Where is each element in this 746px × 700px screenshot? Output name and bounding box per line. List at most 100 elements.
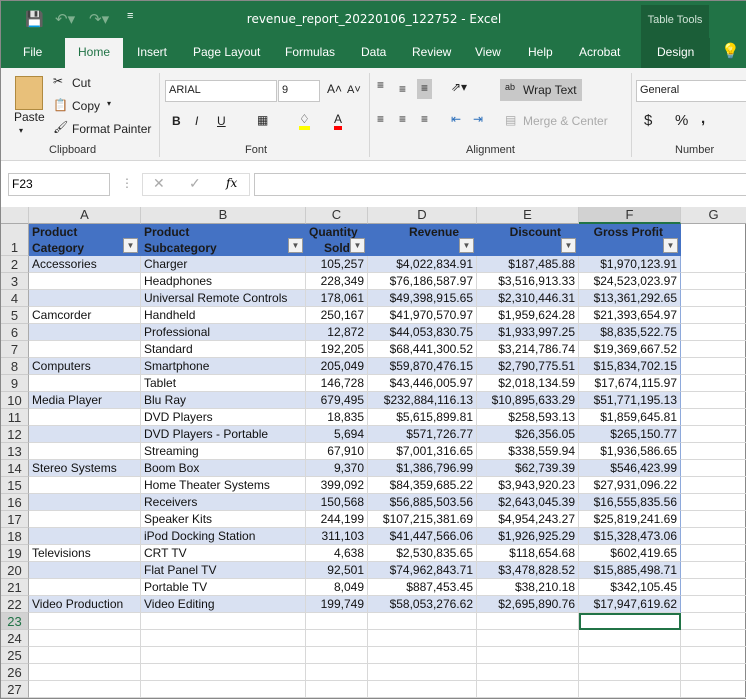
worksheet-grid[interactable]: A B C D E F G 1 2 3 4 5 6 7 8 9 10 11 12 13 14 15 16 17 18 19 20 21… <box>1 1 746 700</box>
table-cell[interactable]: $1,959,624.28 <box>477 307 579 324</box>
table-cell[interactable]: Camcorder <box>29 307 141 324</box>
table-cell[interactable]: $258,593.13 <box>477 409 579 426</box>
empty-cell[interactable] <box>681 375 746 392</box>
empty-cell[interactable] <box>681 256 746 273</box>
table-cell[interactable]: $15,328,473.06 <box>579 528 681 545</box>
table-cell[interactable]: Smartphone <box>141 358 306 375</box>
empty-cell[interactable] <box>681 426 746 443</box>
empty-cell[interactable] <box>306 630 368 647</box>
column-header-B[interactable]: B <box>141 207 306 224</box>
empty-cell[interactable] <box>306 613 368 630</box>
table-cell[interactable]: 8,049 <box>306 579 368 596</box>
row-header-2[interactable]: 2 <box>1 256 29 273</box>
row-header-5[interactable]: 5 <box>1 307 29 324</box>
empty-cell[interactable] <box>579 647 681 664</box>
table-cell[interactable]: Handheld <box>141 307 306 324</box>
table-cell[interactable]: Speaker Kits <box>141 511 306 528</box>
row-header-10[interactable]: 10 <box>1 392 29 409</box>
table-cell[interactable] <box>29 324 141 341</box>
empty-cell[interactable] <box>368 630 477 647</box>
table-cell[interactable] <box>29 426 141 443</box>
table-cell[interactable]: Charger <box>141 256 306 273</box>
filter-dropdown-button[interactable]: ▼ <box>123 238 138 253</box>
table-cell[interactable]: Professional <box>141 324 306 341</box>
row-header-14[interactable]: 14 <box>1 460 29 477</box>
table-cell[interactable]: 5,694 <box>306 426 368 443</box>
table-cell[interactable]: $2,643,045.39 <box>477 494 579 511</box>
table-cell[interactable]: $15,885,498.71 <box>579 562 681 579</box>
table-cell[interactable] <box>29 511 141 528</box>
table-cell[interactable]: $16,555,835.56 <box>579 494 681 511</box>
table-cell[interactable]: $232,884,116.13 <box>368 392 477 409</box>
empty-cell[interactable] <box>29 664 141 681</box>
row-header-17[interactable]: 17 <box>1 511 29 528</box>
empty-cell[interactable] <box>681 579 746 596</box>
column-header-C[interactable]: C <box>306 207 368 224</box>
table-cell[interactable]: Flat Panel TV <box>141 562 306 579</box>
table-cell[interactable] <box>29 375 141 392</box>
empty-cell[interactable] <box>141 613 306 630</box>
table-cell[interactable]: $571,726.77 <box>368 426 477 443</box>
empty-cell[interactable] <box>681 358 746 375</box>
table-cell[interactable]: Home Theater Systems <box>141 477 306 494</box>
table-cell[interactable] <box>29 579 141 596</box>
table-cell[interactable]: $58,053,276.62 <box>368 596 477 613</box>
table-cell[interactable]: Universal Remote Controls <box>141 290 306 307</box>
empty-cell[interactable] <box>681 307 746 324</box>
table-cell[interactable]: $887,453.45 <box>368 579 477 596</box>
empty-cell[interactable] <box>681 528 746 545</box>
empty-cell[interactable] <box>681 545 746 562</box>
table-cell[interactable]: $3,516,913.33 <box>477 273 579 290</box>
empty-cell[interactable] <box>306 647 368 664</box>
empty-cell[interactable] <box>141 681 306 698</box>
row-header-13[interactable]: 13 <box>1 443 29 460</box>
table-cell[interactable]: $10,895,633.29 <box>477 392 579 409</box>
table-cell[interactable]: $2,790,775.51 <box>477 358 579 375</box>
empty-cell[interactable] <box>681 290 746 307</box>
select-all-corner[interactable] <box>1 207 29 224</box>
table-cell[interactable] <box>29 528 141 545</box>
empty-cell[interactable] <box>368 613 477 630</box>
row-header-19[interactable]: 19 <box>1 545 29 562</box>
empty-cell[interactable] <box>681 273 746 290</box>
filter-dropdown-button[interactable]: ▼ <box>459 238 474 253</box>
row-header-6[interactable]: 6 <box>1 324 29 341</box>
filter-dropdown-button[interactable]: ▼ <box>288 238 303 253</box>
row-header-23[interactable]: 23 <box>1 613 29 630</box>
table-cell[interactable]: 311,103 <box>306 528 368 545</box>
table-cell[interactable]: $1,859,645.81 <box>579 409 681 426</box>
row-header-3[interactable]: 3 <box>1 273 29 290</box>
table-cell[interactable] <box>29 290 141 307</box>
table-cell[interactable]: $7,001,316.65 <box>368 443 477 460</box>
table-cell[interactable]: $342,105.45 <box>579 579 681 596</box>
table-cell[interactable]: $76,186,587.97 <box>368 273 477 290</box>
row-header-15[interactable]: 15 <box>1 477 29 494</box>
table-cell[interactable]: $41,970,570.97 <box>368 307 477 324</box>
table-cell[interactable]: $49,398,915.65 <box>368 290 477 307</box>
row-header-25[interactable]: 25 <box>1 647 29 664</box>
table-cell[interactable]: $74,962,843.71 <box>368 562 477 579</box>
table-cell[interactable]: CRT TV <box>141 545 306 562</box>
table-cell[interactable] <box>29 273 141 290</box>
empty-cell[interactable] <box>477 613 579 630</box>
table-cell[interactable]: Standard <box>141 341 306 358</box>
table-cell[interactable]: 399,092 <box>306 477 368 494</box>
table-cell[interactable]: 178,061 <box>306 290 368 307</box>
empty-cell[interactable] <box>681 664 746 681</box>
table-cell[interactable]: 228,349 <box>306 273 368 290</box>
table-cell[interactable]: $19,369,667.52 <box>579 341 681 358</box>
empty-cell[interactable] <box>306 681 368 698</box>
filter-dropdown-button[interactable]: ▼ <box>350 238 365 253</box>
table-cell[interactable]: Headphones <box>141 273 306 290</box>
active-cell-F23[interactable] <box>579 613 681 630</box>
empty-cell[interactable] <box>681 613 746 630</box>
empty-cell[interactable] <box>681 681 746 698</box>
empty-cell[interactable] <box>681 460 746 477</box>
empty-cell[interactable] <box>681 494 746 511</box>
table-cell[interactable]: $68,441,300.52 <box>368 341 477 358</box>
empty-cell[interactable] <box>579 681 681 698</box>
table-cell[interactable]: $26,356.05 <box>477 426 579 443</box>
table-cell[interactable]: Stereo Systems <box>29 460 141 477</box>
table-cell[interactable]: Portable TV <box>141 579 306 596</box>
table-cell[interactable]: $1,936,586.65 <box>579 443 681 460</box>
